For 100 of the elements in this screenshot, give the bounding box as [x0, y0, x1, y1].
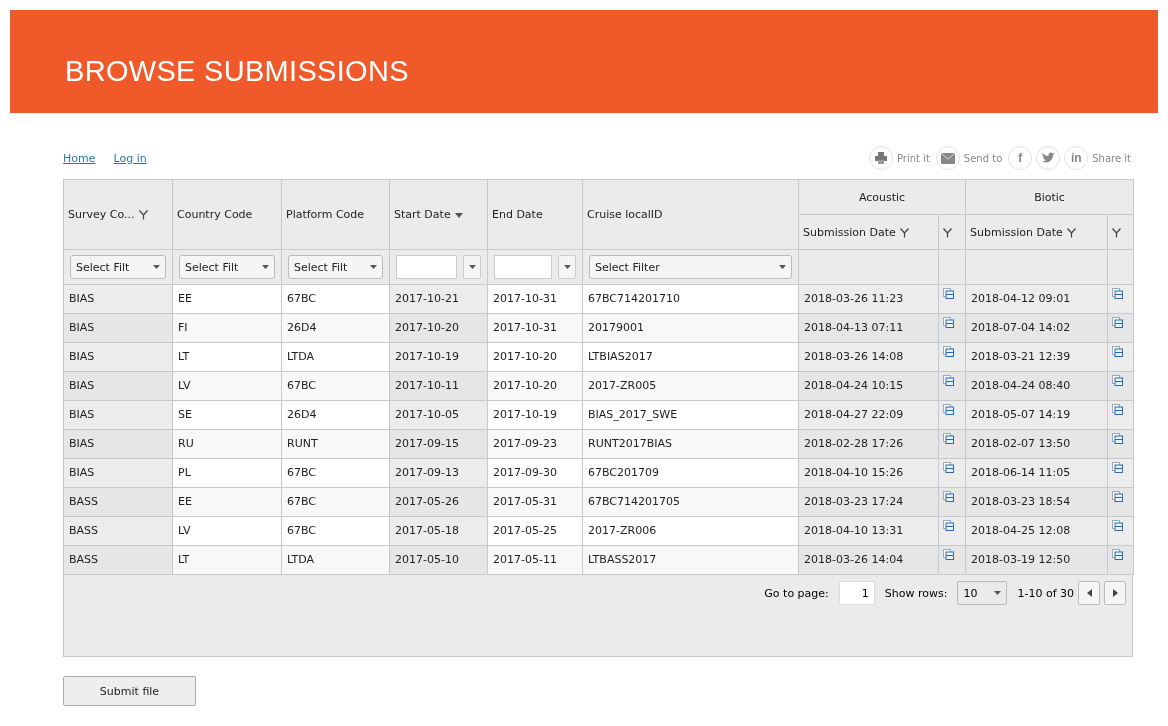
file-icon[interactable] — [1112, 549, 1123, 560]
share-label[interactable]: Print it — [896, 152, 930, 164]
submit-file-button[interactable]: Submit file — [63, 676, 196, 706]
table-cell: 2018-04-25 12:08 — [965, 516, 1108, 546]
table-cell: 2018-04-10 13:31 — [798, 516, 939, 546]
caret-icon — [994, 591, 1002, 595]
next-page-button[interactable] — [1104, 581, 1126, 605]
file-icon[interactable] — [943, 549, 954, 560]
filter-dropdown[interactable]: Select Filter — [589, 255, 792, 279]
table-cell: 2017-05-31 — [487, 487, 583, 517]
file-icon[interactable] — [1112, 491, 1123, 502]
page-range: 1-10 of 30 — [1017, 586, 1074, 600]
table-cell: 2017-10-20 — [487, 371, 583, 401]
file-icon[interactable] — [943, 404, 954, 415]
table-cell: BIAS — [63, 342, 173, 372]
file-icon[interactable] — [1112, 288, 1123, 299]
table-cell: BASS — [63, 545, 173, 575]
table-cell: 2017-09-30 — [487, 458, 583, 488]
table-cell: 2017-ZR006 — [582, 516, 799, 546]
table-cell: 2017-10-20 — [389, 313, 488, 343]
filter-dropdown[interactable]: Select Filt — [70, 255, 166, 279]
file-icon[interactable] — [943, 346, 954, 357]
table-cell: 2018-02-07 13:50 — [965, 429, 1108, 459]
dropdown-button[interactable] — [558, 255, 576, 279]
group-header: Acoustic — [798, 179, 966, 215]
table-cell: BASS — [63, 487, 173, 517]
file-icon[interactable] — [943, 462, 954, 473]
table-cell: BIAS — [63, 458, 173, 488]
file-icon[interactable] — [943, 520, 954, 531]
column-header[interactable]: Start Date — [389, 179, 488, 250]
caret-icon — [779, 265, 786, 269]
column-header[interactable]: Cruise localID — [582, 179, 799, 250]
file-icon[interactable] — [1112, 462, 1123, 473]
page-title: BROWSE SUBMISSIONS — [65, 54, 409, 88]
table-cell: 2018-03-21 12:39 — [965, 342, 1108, 372]
column-header[interactable]: Survey Co... — [63, 179, 173, 250]
dropdown-button[interactable] — [463, 255, 481, 279]
table-cell: 2018-04-10 15:26 — [798, 458, 939, 488]
table-cell: 67BC — [281, 487, 390, 517]
table-cell: 2018-03-26 11:23 — [798, 284, 939, 314]
table-cell: 2018-03-19 12:50 — [965, 545, 1108, 575]
share-label[interactable]: Send to — [963, 152, 1003, 164]
file-icon[interactable] — [1112, 346, 1123, 357]
table-cell: 2018-04-24 08:40 — [965, 371, 1108, 401]
file-icon[interactable] — [1112, 433, 1123, 444]
caret-icon — [153, 265, 160, 269]
file-icon[interactable] — [1112, 317, 1123, 328]
table-cell: 67BC — [281, 371, 390, 401]
rows-dropdown[interactable]: 10 — [957, 581, 1008, 605]
filter-icon[interactable] — [943, 227, 952, 238]
column-header[interactable]: Submission Date — [965, 214, 1108, 250]
sort-desc-icon[interactable] — [455, 212, 464, 218]
file-icon[interactable] — [1112, 520, 1123, 531]
table-cell: 2018-04-13 07:11 — [798, 313, 939, 343]
column-header[interactable]: Country Code — [172, 179, 282, 250]
file-icon[interactable] — [943, 375, 954, 386]
filter-icon[interactable] — [900, 227, 910, 238]
table-cell: 2017-05-18 — [389, 516, 488, 546]
share-label[interactable]: Share it — [1092, 152, 1131, 164]
table-cell: SE — [172, 400, 282, 430]
column-header[interactable]: Submission Date — [798, 214, 939, 250]
filter-icon[interactable] — [138, 210, 148, 220]
table-cell: 2018-03-26 14:04 — [798, 545, 939, 575]
previous-page-button[interactable] — [1078, 581, 1100, 605]
left-triangle-icon — [1086, 589, 1092, 597]
table-cell: 2018-02-28 17:26 — [798, 429, 939, 459]
table-cell: RU — [172, 429, 282, 459]
table-cell: 2017-05-11 — [487, 545, 583, 575]
filter-icon[interactable] — [1067, 227, 1077, 238]
table-cell: BIAS — [63, 313, 173, 343]
table-cell: BIAS — [63, 284, 173, 314]
table-cell: 2018-05-07 14:19 — [965, 400, 1108, 430]
nav-link[interactable]: Log in — [113, 151, 147, 165]
table-cell: 26D4 — [281, 313, 390, 343]
table-cell: 2017-ZR005 — [582, 371, 799, 401]
file-icon[interactable] — [1112, 404, 1123, 415]
file-icon[interactable] — [943, 288, 954, 299]
filter-dropdown[interactable]: Select Filt — [179, 255, 275, 279]
page-input[interactable]: 1 — [838, 581, 875, 605]
date-filter-field[interactable] — [396, 255, 457, 279]
file-icon[interactable] — [943, 491, 954, 502]
table-cell: LT — [172, 545, 282, 575]
filter-dropdown[interactable]: Select Filt — [288, 255, 383, 279]
column-header[interactable]: Platform Code — [281, 179, 390, 250]
table-cell: 2017-09-13 — [389, 458, 488, 488]
table-cell: BIAS — [63, 429, 173, 459]
filter-icon[interactable] — [1112, 227, 1121, 238]
table-cell: LTDA — [281, 545, 390, 575]
file-icon[interactable] — [943, 317, 954, 328]
table-cell: FI — [172, 313, 282, 343]
column-header[interactable]: End Date — [487, 179, 583, 250]
file-icon[interactable] — [1112, 375, 1123, 386]
nav-link[interactable]: Home — [63, 151, 96, 165]
date-filter-field[interactable] — [494, 255, 552, 279]
caret-icon — [370, 265, 377, 269]
table-cell: RUNT — [281, 429, 390, 459]
table-cell: 2018-04-27 22:09 — [798, 400, 939, 430]
file-icon[interactable] — [943, 433, 954, 444]
table-cell: 2017-10-05 — [389, 400, 488, 430]
table-cell: BIAS — [63, 371, 173, 401]
